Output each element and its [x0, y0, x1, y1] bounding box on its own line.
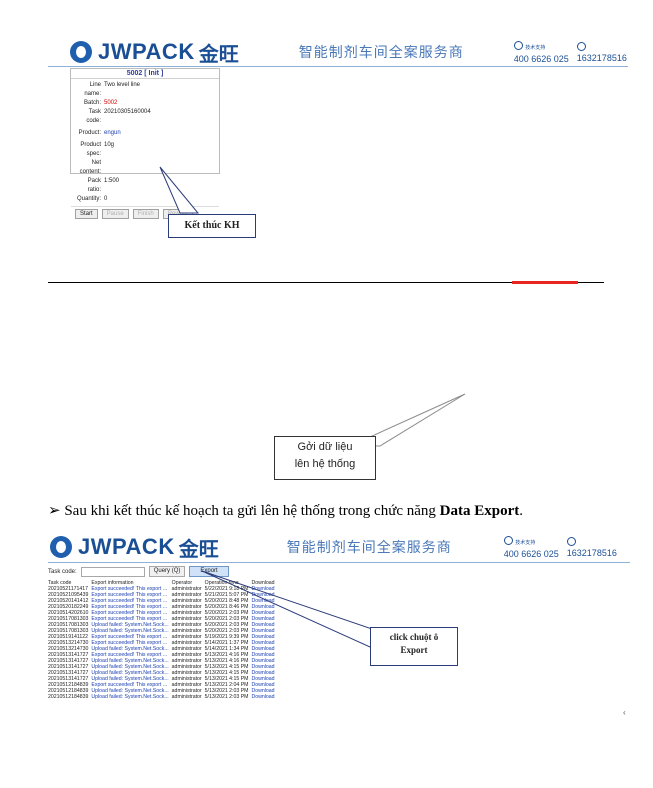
panel-title: 5002 [ Init ] — [71, 69, 219, 79]
brand-tagline: 智能制剂车间全案服务商 — [298, 44, 464, 60]
table-row: 20210512184839 Upload failed: System.Net.… — [48, 694, 278, 700]
cell-task-code: 20210512184839 — [48, 694, 89, 700]
hotline-label: 技术支持 — [525, 44, 546, 51]
field-line-name: Line name: Two level line — [84, 82, 141, 97]
field-task-code: Task code: 20210305160004 — [86, 109, 151, 124]
mobile-number: 1632178516 — [576, 52, 627, 63]
jwpack-logo-icon — [50, 536, 72, 558]
callout-pointer-finish — [159, 166, 200, 214]
field-product: Product: engun — [78, 130, 121, 136]
brand-name-en: JWPACK — [98, 39, 195, 64]
callout-click-export: click chuột ô Export — [370, 627, 458, 666]
mobile-number: 1632178516 — [566, 547, 617, 558]
mobile-icon — [576, 41, 586, 51]
query-button[interactable]: Query (Q) — [148, 566, 186, 577]
task-code-label: Task code: — [48, 568, 77, 575]
line-panel: 5002 [ Init ] Line name: Two level line B… — [70, 68, 220, 219]
cell-download[interactable]: Download — [252, 694, 278, 700]
phone-icon — [513, 40, 523, 50]
mobile-block: 1632178516 — [566, 536, 617, 559]
mobile-block: 1632178516 — [576, 41, 627, 64]
pause-button[interactable]: Pause — [101, 209, 129, 219]
bullet-arrow-icon: ➢ — [48, 503, 61, 519]
start-button[interactable]: Start — [75, 209, 98, 219]
phone-icon — [503, 535, 513, 545]
hotline-number: 400 6626 025 — [513, 53, 569, 64]
brand-name-en: JWPACK — [78, 534, 175, 559]
cell-operator: administrator — [171, 694, 202, 700]
jwpack-logo-icon — [70, 41, 92, 63]
cell-operation-time: 5/13/2021 2:03 PM — [204, 694, 249, 700]
instruction-bullet: ➢ Sau khi kết thúc kế hoạch ta gửi lên h… — [48, 503, 523, 519]
section-accent-red — [512, 281, 578, 284]
contact-block: 技术支持 400 6626 025 — [513, 40, 569, 65]
field-product-spec: Product spec: 10g — [80, 142, 115, 157]
brand-header-top: JWPACK 金旺 智能制剂车间全案服务商 技术支持 400 6626 025 … — [70, 39, 630, 66]
brand-name-cn: 金旺 — [198, 43, 239, 66]
header-divider — [48, 66, 628, 67]
mobile-icon — [566, 536, 576, 546]
callout-finish-plan: Kết thúc KH — [168, 214, 256, 238]
bullet-bold: Data Export — [439, 503, 520, 519]
task-code-input[interactable] — [80, 566, 145, 577]
side-collapse-button[interactable]: ‹ — [623, 708, 626, 717]
callout-send-data: Gởi dữ liệu lên hệ thống — [274, 436, 376, 480]
bullet-text: Sau khi kết thúc kế hoạch ta gửi lên hệ … — [64, 503, 440, 519]
brand-name-cn: 金旺 — [178, 538, 219, 561]
cell-export-info: Upload failed: System.Net.Sock... — [91, 694, 169, 700]
contact-block: 技术支持 400 6626 025 — [503, 535, 559, 560]
hotline-number: 400 6626 025 — [503, 548, 559, 559]
brand-tagline: 智能制剂车间全案服务商 — [286, 539, 452, 555]
header-divider — [48, 562, 630, 563]
field-batch: Batch: 5002 — [83, 100, 118, 106]
brand-header-bottom: JWPACK 金旺 智能制剂车间全案服务商 技术支持 400 6626 025 … — [50, 534, 640, 561]
